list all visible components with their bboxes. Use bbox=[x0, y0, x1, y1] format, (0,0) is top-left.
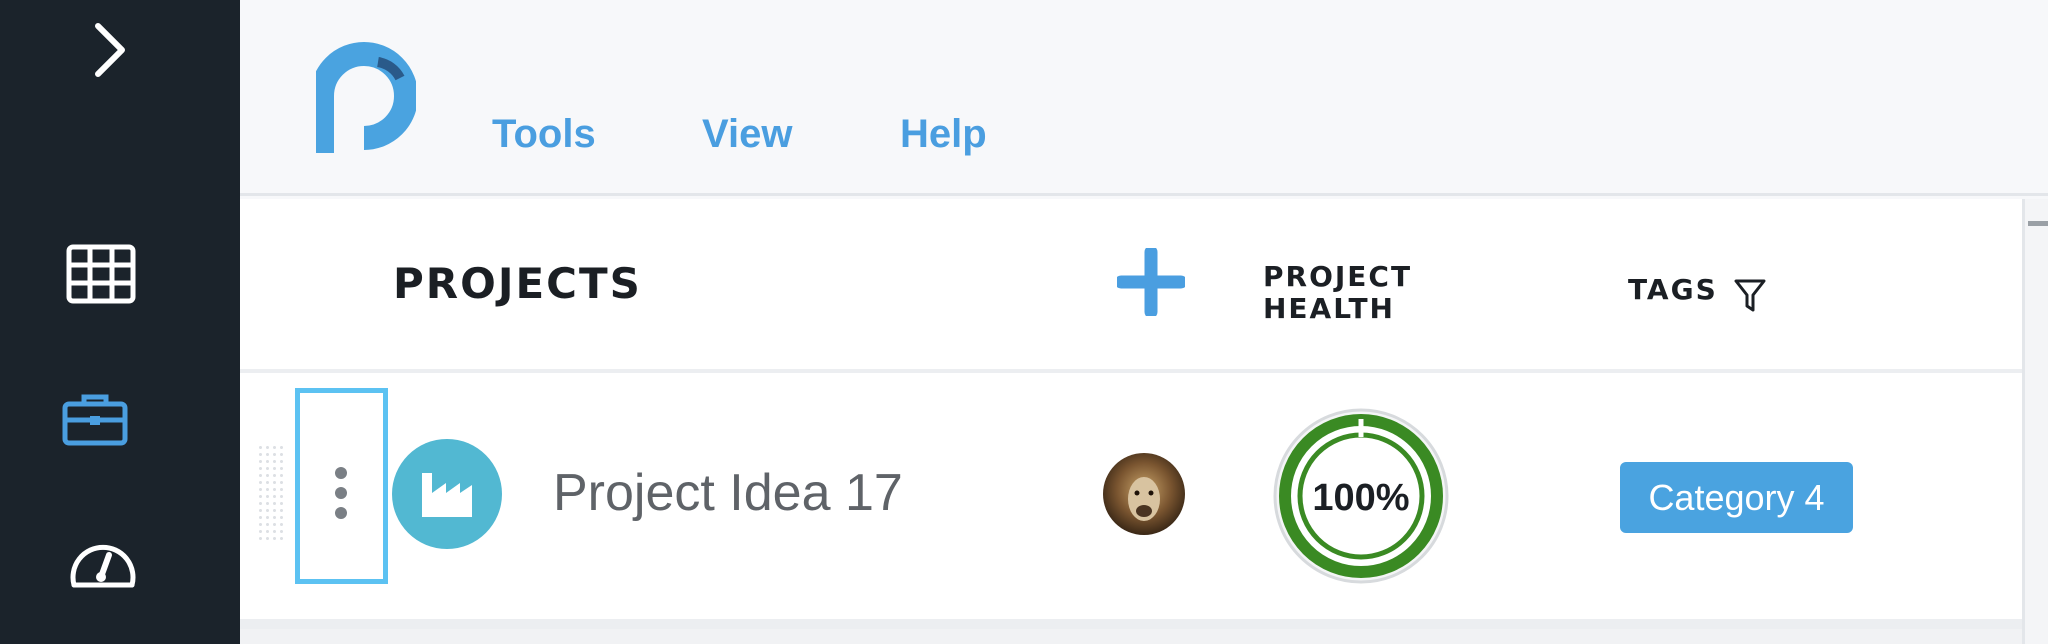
sidebar bbox=[0, 0, 240, 644]
right-scroll-gutter[interactable] bbox=[2022, 199, 2048, 644]
next-row-strip bbox=[240, 629, 2022, 644]
health-percent-label: 100% bbox=[1312, 477, 1409, 519]
vertical-ellipsis-icon bbox=[335, 467, 347, 519]
filter-icon[interactable] bbox=[1733, 277, 1767, 315]
scroll-marker bbox=[2028, 221, 2048, 226]
owner-avatar[interactable] bbox=[1103, 453, 1185, 535]
project-health-header-line2: HEALTH bbox=[1263, 292, 1395, 325]
row-menu-button[interactable] bbox=[295, 388, 388, 584]
row-divider bbox=[240, 619, 2022, 629]
menu-tools[interactable]: Tools bbox=[492, 112, 596, 157]
menu-help[interactable]: Help bbox=[900, 112, 987, 157]
dashboard-gauge-icon[interactable] bbox=[66, 535, 140, 591]
chevron-right-icon[interactable] bbox=[88, 18, 132, 82]
project-name[interactable]: Project Idea 17 bbox=[553, 463, 903, 523]
grid-icon[interactable] bbox=[66, 244, 136, 304]
projects-table: PROJECTS PROJECT HEALTH TAGS Project Ide… bbox=[240, 199, 2022, 629]
menu-view[interactable]: View bbox=[702, 112, 792, 157]
plus-icon[interactable] bbox=[1117, 248, 1185, 316]
projects-column-header: PROJECTS bbox=[393, 259, 642, 308]
tag-badge[interactable]: Category 4 bbox=[1620, 462, 1853, 533]
project-health-indicator: 100% bbox=[1273, 408, 1449, 584]
project-type-icon bbox=[392, 439, 502, 549]
row-drag-handle[interactable] bbox=[257, 444, 285, 544]
lion-avatar bbox=[1103, 453, 1185, 535]
project-health-column-header: PROJECT HEALTH bbox=[1263, 261, 1412, 325]
factory-icon bbox=[422, 473, 472, 517]
app-logo-icon[interactable] bbox=[316, 38, 416, 158]
briefcase-icon[interactable] bbox=[62, 392, 128, 446]
tags-column-header: TAGS bbox=[1628, 273, 1718, 306]
top-bar: Tools View Help bbox=[240, 0, 2048, 196]
header-divider bbox=[240, 369, 2022, 373]
project-health-header-line1: PROJECT bbox=[1263, 260, 1413, 293]
